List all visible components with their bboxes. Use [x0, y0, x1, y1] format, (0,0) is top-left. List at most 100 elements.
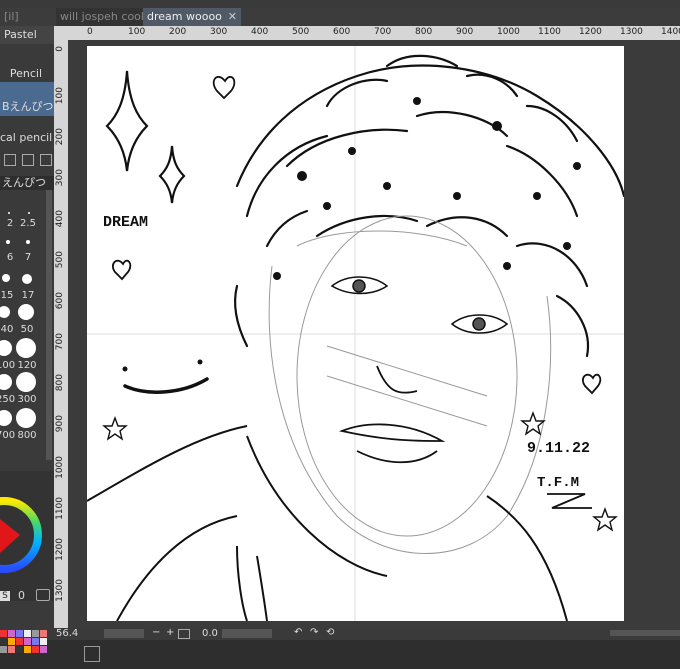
tab-partial[interactable]: [il] — [0, 8, 34, 26]
color-wheel[interactable] — [0, 471, 54, 601]
document-tab-bar: [il] will jospeh cook dream woooo ✕ — [0, 8, 680, 26]
sparkles — [105, 70, 186, 204]
close-icon[interactable]: ✕ — [228, 8, 237, 26]
copy-brush-icon[interactable] — [22, 154, 34, 166]
ruler-left-label: 500 — [55, 251, 65, 269]
brush-dot[interactable] — [8, 212, 10, 214]
tab-title: dream woooo — [147, 10, 222, 23]
hair-blots — [273, 97, 581, 280]
brush-dot[interactable] — [0, 340, 12, 356]
palette-swatch[interactable] — [0, 630, 7, 637]
palette-swatch[interactable] — [24, 630, 31, 637]
brush-size-label: 800 — [17, 430, 37, 441]
palette-swatch[interactable] — [32, 630, 39, 637]
rotate-left-icon[interactable]: ↶ — [294, 627, 302, 638]
brush-size-label: 300 — [17, 394, 37, 405]
palette-swatch[interactable] — [24, 646, 31, 653]
ruler-horizontal: 0 100 200 300 400 500 600 700 800 900 1000 1100 1200… — [54, 26, 680, 40]
brush-dot[interactable] — [26, 240, 30, 244]
zoom-in-icon[interactable]: + — [166, 627, 174, 638]
ruler-left-label: 900 — [55, 415, 65, 433]
brush-vertical-pencil[interactable]: cal pencil — [0, 130, 54, 146]
color-palette-strip — [0, 630, 50, 660]
new-brush-icon[interactable] — [4, 154, 16, 166]
ruler-left-label: 700 — [55, 333, 65, 351]
sub-tool-header[interactable]: Pastel — [0, 26, 54, 44]
panel-toggle-icon[interactable] — [84, 646, 100, 662]
zoom-value[interactable]: 56.4 — [56, 628, 78, 639]
brush-size-label: 7 — [24, 252, 32, 263]
date-text: 9.11.22 — [527, 440, 590, 457]
hoodie-lines — [87, 425, 568, 621]
ruler-left-label: 200 — [55, 128, 65, 146]
hearts — [111, 76, 602, 395]
palette-swatch[interactable] — [40, 646, 47, 653]
brush-dot[interactable] — [0, 306, 10, 318]
palette-swatch[interactable] — [0, 646, 7, 653]
brush-dot[interactable] — [18, 304, 34, 320]
palette-swatch[interactable] — [8, 646, 15, 653]
reset-rotation-icon[interactable]: ⟲ — [326, 627, 334, 638]
trash-icon[interactable] — [40, 154, 52, 166]
brush-selected-label[interactable]: Bえんぴつ — [0, 98, 54, 116]
canvas-status-bar: 56.4 − + 0.0 ↶ ↷ ⟲ — [54, 627, 680, 640]
palette-swatch[interactable] — [8, 638, 15, 645]
rotate-right-icon[interactable]: ↷ — [310, 627, 318, 638]
brush-size-label: 17 — [21, 290, 35, 301]
brush-dot[interactable] — [16, 408, 36, 428]
palette-swatch[interactable] — [0, 638, 7, 645]
ruler-left-label: 1000 — [55, 456, 65, 479]
palette-swatch[interactable] — [16, 646, 23, 653]
horizontal-scrollbar[interactable] — [610, 630, 680, 636]
angle-field[interactable] — [222, 629, 272, 638]
ruler-top-label: 600 — [333, 27, 351, 37]
saturation-label[interactable]: S — [0, 591, 10, 601]
brush-size-label: 6 — [6, 252, 14, 263]
palette-swatch[interactable] — [40, 638, 47, 645]
angle-value[interactable]: 0.0 — [202, 628, 218, 639]
ruler-left-label: 300 — [55, 169, 65, 187]
brush-dot[interactable] — [16, 372, 36, 392]
color-settings-icon[interactable] — [36, 589, 50, 601]
brush-size-tab[interactable]: えんぴつ — [0, 176, 54, 190]
ruler-top-label: 400 — [251, 27, 269, 37]
artwork: DREAM 9.11.22 T.F.M — [87, 46, 624, 621]
color-value: 0 — [18, 589, 25, 602]
palette-scrollbar[interactable] — [46, 190, 52, 460]
brush-dot[interactable] — [0, 374, 12, 390]
palette-swatch[interactable] — [24, 638, 31, 645]
ruler-top-label: 700 — [374, 27, 392, 37]
tab-dream-woooo[interactable]: dream woooo ✕ — [143, 8, 241, 26]
palette-swatch[interactable] — [8, 630, 15, 637]
brush-dot[interactable] — [6, 240, 10, 244]
palette-swatch[interactable] — [16, 630, 23, 637]
initials-text: T.F.M — [537, 475, 579, 491]
palette-swatch[interactable] — [32, 638, 39, 645]
brush-dot[interactable] — [16, 338, 36, 358]
ruler-left-label: 0 — [55, 46, 65, 52]
palette-swatch[interactable] — [32, 646, 39, 653]
palette-swatch[interactable] — [16, 638, 23, 645]
brush-dot[interactable] — [28, 212, 30, 214]
brush-dot[interactable] — [0, 410, 12, 426]
brush-dot[interactable] — [2, 274, 10, 282]
drawing-canvas[interactable]: DREAM 9.11.22 T.F.M — [87, 46, 624, 621]
eyes — [330, 276, 509, 334]
ruler-top-label: 1100 — [538, 27, 561, 37]
tab-will-joseph-cook[interactable]: will jospeh cook — [56, 8, 145, 26]
pencil-group-label[interactable]: Pencil — [0, 66, 54, 82]
zoom-out-icon[interactable]: − — [152, 627, 160, 638]
brush-selected-row[interactable] — [0, 82, 54, 98]
fit-icon[interactable] — [178, 629, 190, 639]
zoom-field[interactable] — [104, 629, 144, 638]
palette-swatch[interactable] — [40, 630, 47, 637]
ruler-top-label: 800 — [415, 27, 433, 37]
ruler-top-label: 200 — [169, 27, 187, 37]
ruler-top-label: 1200 — [579, 27, 602, 37]
brush-action-icons — [0, 152, 54, 168]
ruler-left-label: 1300 — [55, 579, 65, 602]
bottom-panel — [0, 630, 680, 669]
ruler-top-label: 500 — [292, 27, 310, 37]
brush-dot[interactable] — [22, 274, 32, 284]
ruler-vertical: 0 100 200 300 400 500 600 700 800 900 1000 1100 1200… — [54, 40, 68, 628]
